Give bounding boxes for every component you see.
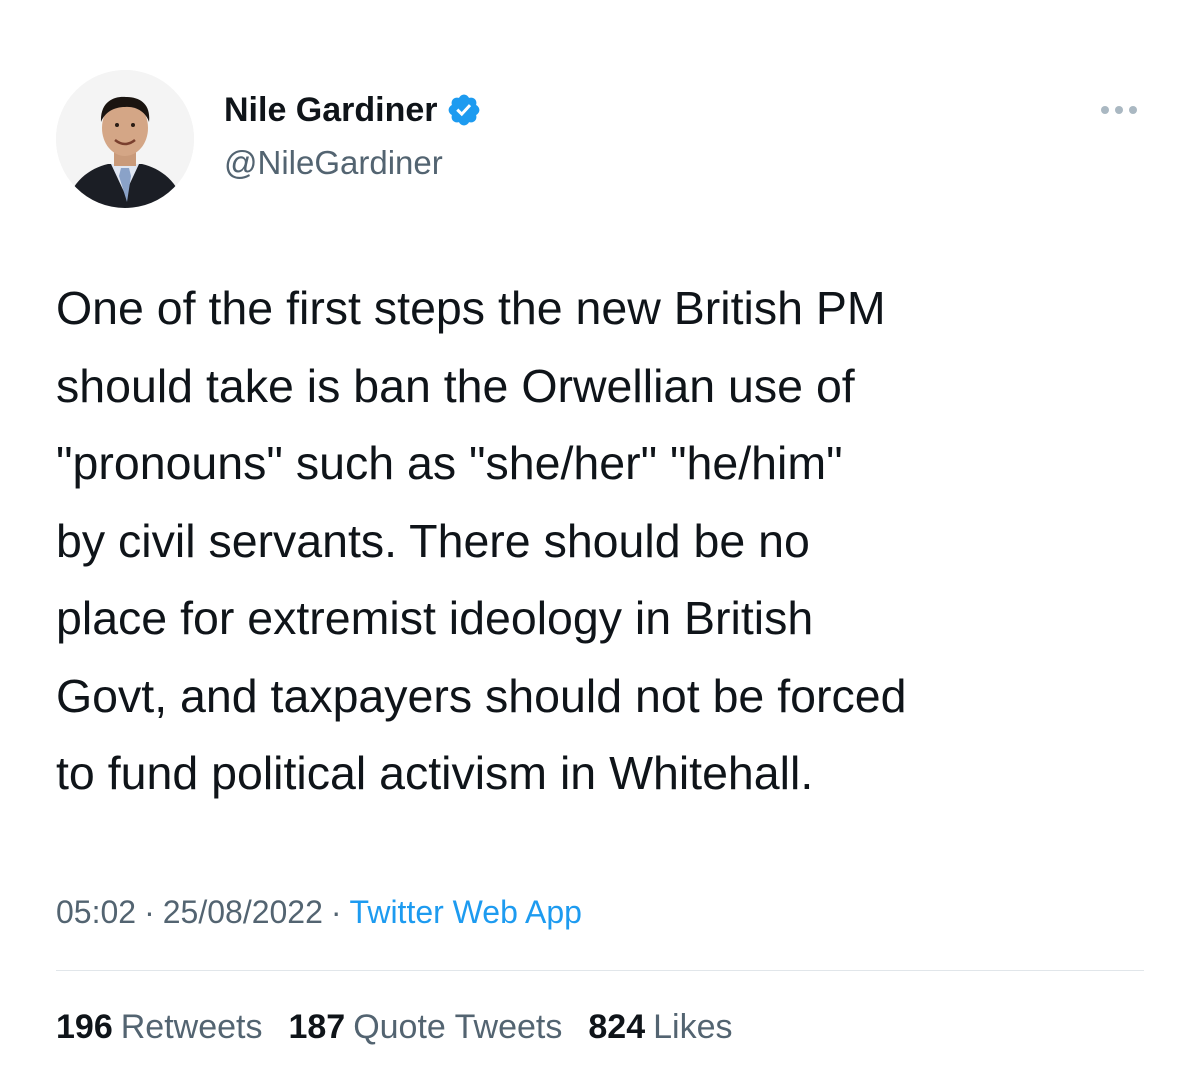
tweet-date[interactable]: 25/08/2022	[163, 894, 323, 930]
quote-tweets-label: Quote Tweets	[353, 1008, 563, 1046]
verified-badge-icon	[446, 92, 482, 128]
profile-photo	[56, 70, 194, 208]
avatar[interactable]	[56, 70, 194, 208]
likes-count: 824	[588, 1008, 646, 1046]
likes-stat[interactable]: 824 Likes	[588, 1005, 732, 1049]
quote-tweets-count: 187	[288, 1008, 346, 1046]
more-options-icon[interactable]	[1098, 100, 1140, 120]
retweets-stat[interactable]: 196 Retweets	[56, 1005, 262, 1049]
tweet-source-link[interactable]: Twitter Web App	[350, 894, 582, 930]
tweet-time[interactable]: 05:02	[56, 894, 136, 930]
author-name[interactable]: Nile Gardiner	[224, 88, 482, 132]
meta-separator: ·	[144, 894, 155, 930]
engagement-stats: 196 Retweets 187 Quote Tweets 824 Likes	[56, 1005, 758, 1049]
retweets-label: Retweets	[120, 1008, 263, 1046]
tweet-text: One of the first steps the new British P…	[56, 282, 907, 799]
author-handle[interactable]: @NileGardiner	[224, 141, 443, 185]
retweets-count: 196	[56, 1008, 113, 1046]
meta-separator-2: ·	[330, 894, 342, 930]
quote-tweets-stat[interactable]: 187 Quote Tweets	[288, 1005, 562, 1049]
author-display-name[interactable]: Nile Gardiner	[224, 88, 438, 132]
tweet-metadata: 05:02 · 25/08/2022 · Twitter Web App	[56, 890, 582, 934]
tweet-card: Nile Gardiner @NileGardiner One of the f…	[0, 0, 1200, 1070]
divider	[56, 970, 1144, 971]
likes-label: Likes	[653, 1008, 733, 1046]
